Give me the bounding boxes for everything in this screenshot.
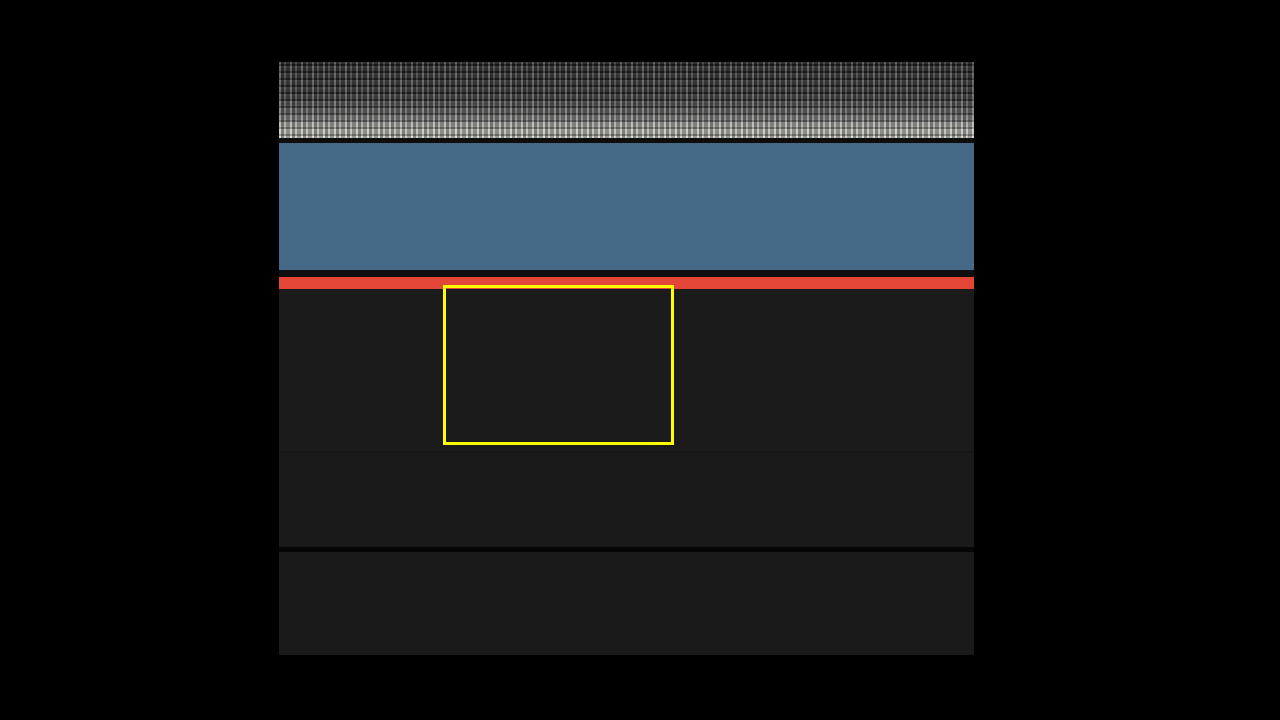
keyframe-interpolation-panel <box>279 289 974 643</box>
track-divider <box>279 270 974 277</box>
screenshot-stage <box>0 0 1280 720</box>
empty-track-row <box>279 453 974 547</box>
timeline-clip[interactable] <box>279 143 974 270</box>
video-thumbnail-strip[interactable] <box>279 62 974 138</box>
zoomed-timeline-crop <box>279 62 974 655</box>
empty-track-row <box>279 552 974 655</box>
playhead-bar[interactable] <box>279 277 974 289</box>
